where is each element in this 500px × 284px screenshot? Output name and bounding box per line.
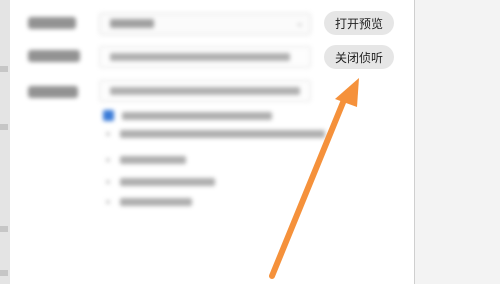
option-bullet (106, 158, 110, 162)
device-select-value (110, 19, 154, 28)
row-label-device (28, 17, 76, 29)
option-text (122, 112, 272, 120)
url-input-value (110, 87, 300, 95)
path-input[interactable] (99, 46, 311, 68)
background-mark (0, 66, 8, 72)
close-listen-button[interactable]: 关闭侦听 (324, 45, 394, 69)
open-preview-button[interactable]: 打开预览 (324, 11, 394, 35)
option-text (120, 178, 215, 186)
path-input-value (110, 53, 290, 61)
background-mark (0, 226, 8, 232)
option-text (120, 156, 186, 164)
option-bullet (106, 200, 110, 204)
option-text (120, 130, 325, 138)
background-mark (0, 270, 8, 276)
row-label-path (28, 50, 80, 62)
background-mark (0, 124, 8, 130)
option-bullet (106, 180, 110, 184)
chevron-down-icon: ⌄ (295, 18, 304, 29)
background-window-edge (0, 0, 10, 284)
device-select[interactable]: ⌄ (99, 13, 311, 35)
dialog-right-border (414, 0, 415, 284)
option-checkbox[interactable] (103, 110, 114, 121)
settings-dialog: ⌄ 打开预览 关闭侦听 (10, 0, 414, 284)
option-bullet (106, 132, 110, 136)
url-input[interactable] (99, 80, 311, 102)
row-label-url (28, 86, 78, 98)
option-text (120, 198, 192, 206)
